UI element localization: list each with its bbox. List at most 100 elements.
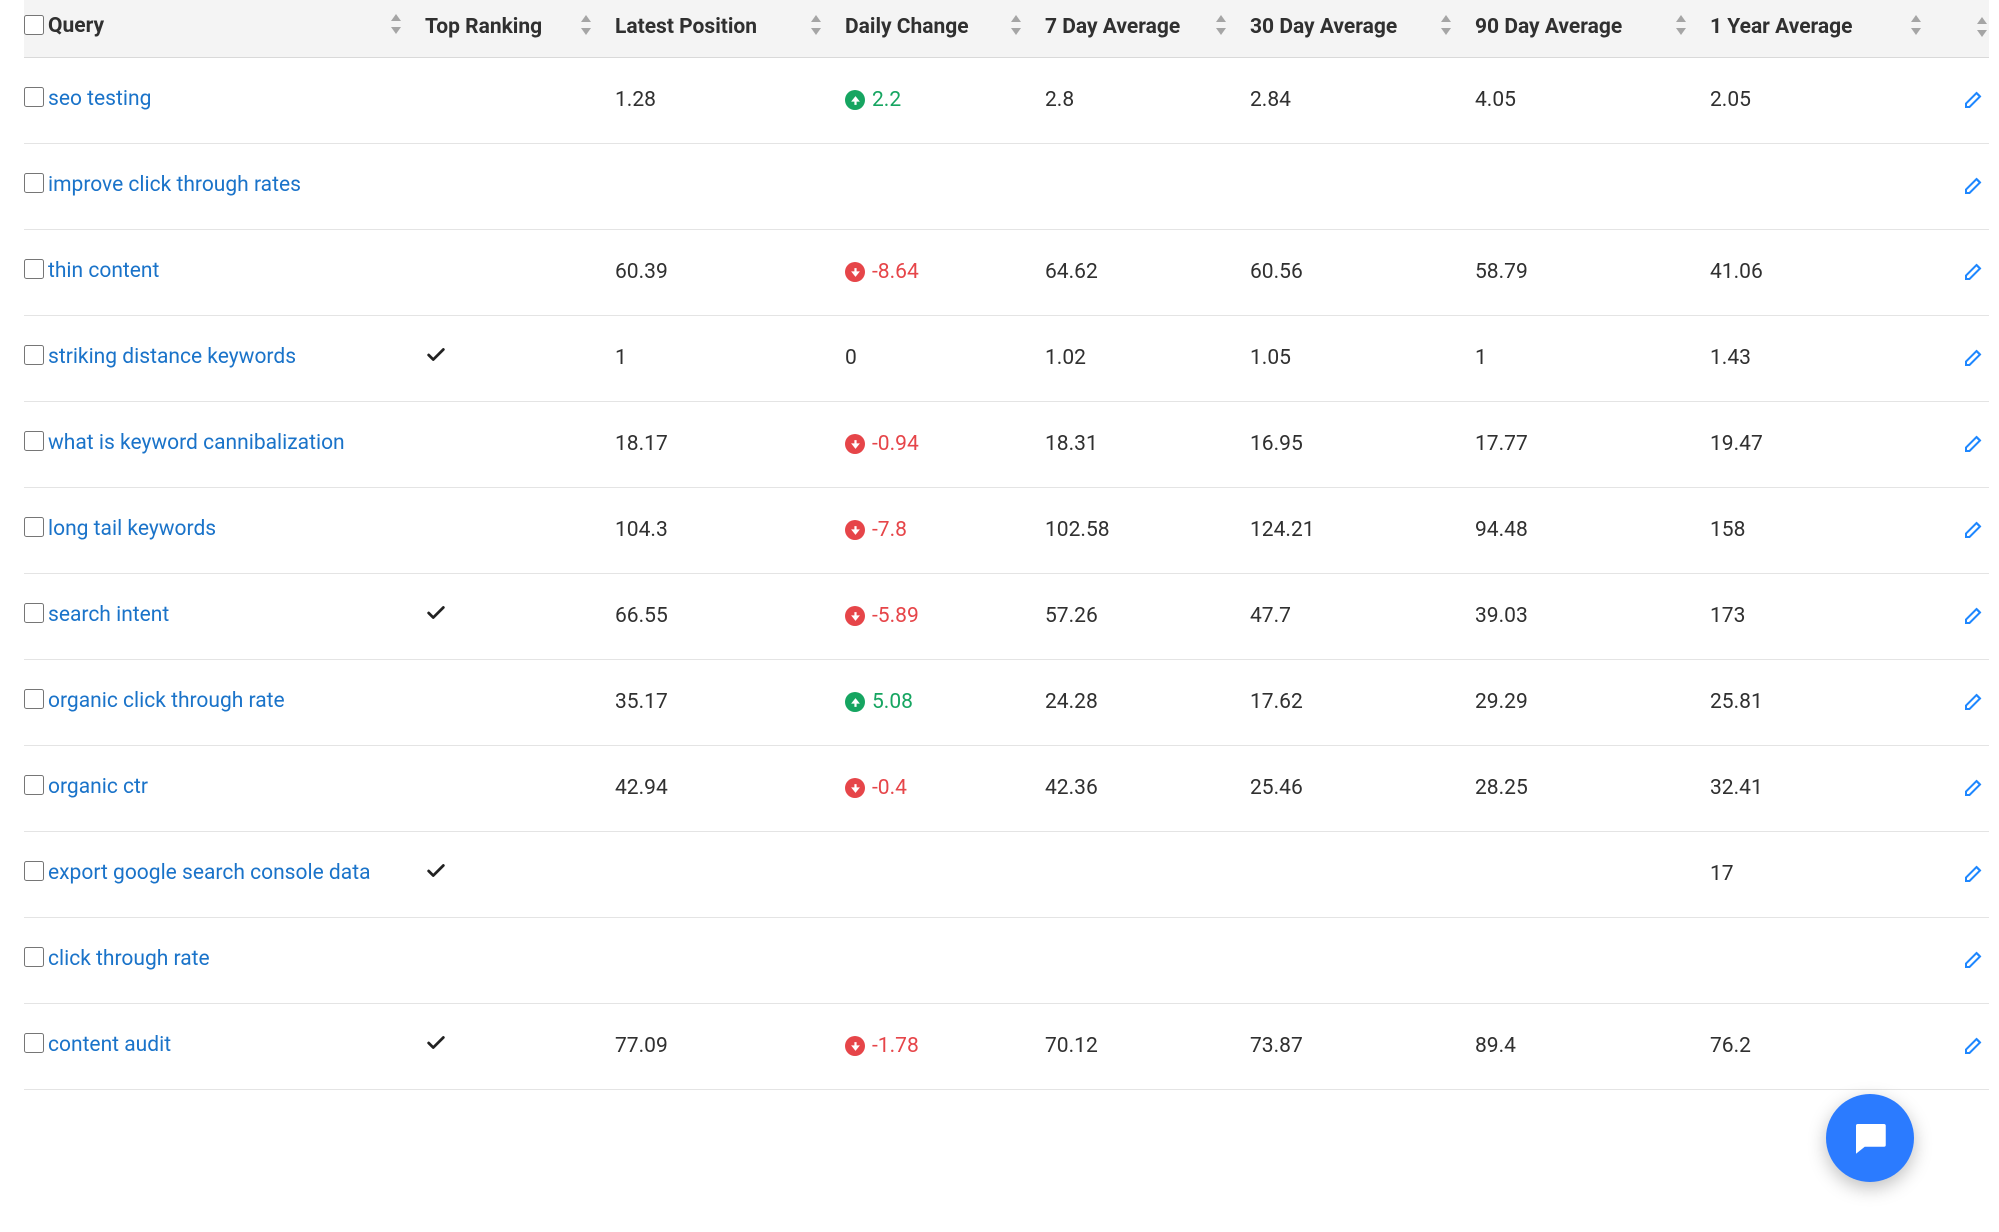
query-link[interactable]: long tail keywords	[48, 517, 216, 541]
daily-change-value: 0	[845, 346, 857, 370]
row-select-checkbox[interactable]	[24, 345, 44, 365]
cell-7d: 1.02	[1034, 315, 1239, 401]
cell-daily: -0.4	[834, 745, 1034, 831]
edit-button[interactable]	[1959, 858, 1989, 888]
edit-button[interactable]	[1959, 84, 1989, 114]
cell-7d: 102.58	[1034, 487, 1239, 573]
arrow-up-circle-icon	[845, 692, 865, 712]
col-daily[interactable]: Daily Change	[834, 0, 1034, 57]
edit-button[interactable]	[1959, 1030, 1989, 1060]
edit-button[interactable]	[1959, 944, 1989, 974]
edit-icon	[1962, 603, 1986, 627]
daily-change-value: -5.89	[872, 604, 919, 628]
row-select-checkbox[interactable]	[24, 775, 44, 795]
col-7d[interactable]: 7 Day Average	[1034, 0, 1239, 57]
row-select-checkbox[interactable]	[24, 947, 44, 967]
cell-latest	[604, 831, 834, 917]
cell-30d: 60.56	[1239, 229, 1464, 315]
row-select-checkbox[interactable]	[24, 861, 44, 881]
cell-30d	[1239, 917, 1464, 1003]
table-row: improve click through rates	[24, 143, 1989, 229]
cell-1y	[1699, 917, 1934, 1003]
row-select-checkbox[interactable]	[24, 431, 44, 451]
edit-button[interactable]	[1959, 772, 1989, 802]
col-top-label: Top Ranking	[425, 15, 542, 39]
col-30d-label: 30 Day Average	[1250, 15, 1397, 39]
query-link[interactable]: search intent	[48, 603, 169, 627]
daily-change-value: -0.94	[872, 432, 919, 456]
table-row: striking distance keywords101.021.0511.4…	[24, 315, 1989, 401]
cell-7d	[1034, 917, 1239, 1003]
edit-button[interactable]	[1959, 514, 1989, 544]
edit-button[interactable]	[1959, 256, 1989, 286]
sort-updown-icon[interactable]	[1974, 17, 1989, 37]
cell-latest: 35.17	[604, 659, 834, 745]
daily-change-value: -8.64	[872, 260, 919, 284]
col-90d[interactable]: 90 Day Average	[1464, 0, 1699, 57]
table-row: search intent66.55-5.8957.2647.739.03173	[24, 573, 1989, 659]
col-latest[interactable]: Latest Position	[604, 0, 834, 57]
edit-button[interactable]	[1959, 686, 1989, 716]
col-query[interactable]: Query	[24, 0, 414, 57]
row-select-checkbox[interactable]	[24, 87, 44, 107]
sort-updown-icon[interactable]	[808, 15, 823, 35]
cell-30d: 16.95	[1239, 401, 1464, 487]
row-select-checkbox[interactable]	[24, 1033, 44, 1053]
arrow-down-circle-icon	[845, 1036, 865, 1056]
col-latest-label: Latest Position	[615, 15, 757, 39]
query-link[interactable]: content audit	[48, 1033, 171, 1057]
cell-7d: 2.8	[1034, 57, 1239, 143]
edit-icon	[1962, 431, 1986, 455]
col-30d[interactable]: 30 Day Average	[1239, 0, 1464, 57]
cell-top-ranking	[414, 917, 604, 1003]
sort-updown-icon[interactable]	[1438, 15, 1453, 35]
sort-updown-icon[interactable]	[1008, 15, 1023, 35]
cell-7d: 42.36	[1034, 745, 1239, 831]
edit-button[interactable]	[1959, 170, 1989, 200]
sort-updown-icon[interactable]	[388, 14, 403, 34]
row-select-checkbox[interactable]	[24, 603, 44, 623]
cell-daily: 2.2	[834, 57, 1034, 143]
col-top[interactable]: Top Ranking	[414, 0, 604, 57]
query-link[interactable]: striking distance keywords	[48, 345, 296, 369]
row-select-checkbox[interactable]	[24, 173, 44, 193]
cell-7d: 57.26	[1034, 573, 1239, 659]
query-link[interactable]: organic click through rate	[48, 689, 285, 713]
query-link[interactable]: click through rate	[48, 947, 210, 971]
col-1y[interactable]: 1 Year Average	[1699, 0, 1934, 57]
cell-90d: 17.77	[1464, 401, 1699, 487]
row-select-checkbox[interactable]	[24, 689, 44, 709]
sort-updown-icon[interactable]	[578, 15, 593, 35]
row-select-checkbox[interactable]	[24, 259, 44, 279]
cell-top-ranking	[414, 745, 604, 831]
sort-updown-icon[interactable]	[1213, 15, 1228, 35]
select-all-checkbox[interactable]	[24, 15, 44, 35]
query-link[interactable]: what is keyword cannibalization	[48, 431, 345, 455]
cell-30d	[1239, 831, 1464, 917]
cell-latest: 104.3	[604, 487, 834, 573]
query-link[interactable]: seo testing	[48, 87, 151, 111]
chat-button[interactable]	[1826, 1094, 1914, 1182]
edit-button[interactable]	[1959, 342, 1989, 372]
sort-updown-icon[interactable]	[1673, 15, 1688, 35]
edit-button[interactable]	[1959, 600, 1989, 630]
daily-change-value: -0.4	[872, 776, 907, 800]
cell-7d	[1034, 143, 1239, 229]
cell-top-ranking	[414, 401, 604, 487]
query-link[interactable]: thin content	[48, 259, 159, 283]
query-link[interactable]: organic ctr	[48, 775, 148, 799]
table-row: organic ctr42.94-0.442.3625.4628.2532.41	[24, 745, 1989, 831]
cell-top-ranking	[414, 143, 604, 229]
cell-90d	[1464, 917, 1699, 1003]
edit-button[interactable]	[1959, 428, 1989, 458]
table-row: content audit77.09-1.7870.1273.8789.476.…	[24, 1003, 1989, 1089]
table-row: organic click through rate35.175.0824.28…	[24, 659, 1989, 745]
cell-daily	[834, 143, 1034, 229]
edit-icon	[1962, 861, 1986, 885]
row-select-checkbox[interactable]	[24, 517, 44, 537]
query-link[interactable]: export google search console data	[48, 861, 371, 885]
query-link[interactable]: improve click through rates	[48, 173, 301, 197]
daily-change-value: -1.78	[872, 1034, 919, 1058]
cell-daily: -5.89	[834, 573, 1034, 659]
sort-updown-icon[interactable]	[1908, 15, 1923, 35]
